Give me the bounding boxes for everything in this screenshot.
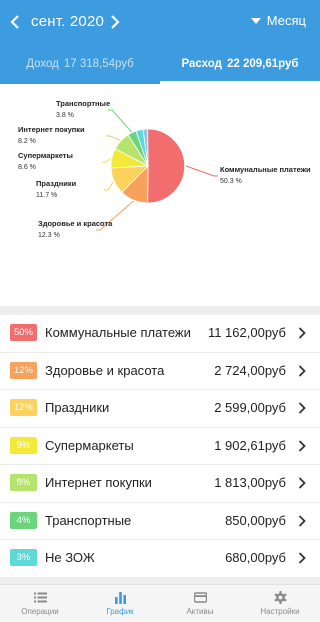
percent-badge: 50%: [10, 324, 37, 341]
list-item[interactable]: 3% Не ЗОЖ 680,00руб: [0, 540, 320, 578]
list-item[interactable]: 9% Супермаркеты 1 902,61руб: [0, 427, 320, 465]
slice-label: Супермаркеты: [18, 151, 73, 160]
chevron-right-icon: [298, 514, 306, 527]
slice-percent: 11.7 %: [36, 192, 57, 199]
category-name: Транспортные: [45, 512, 132, 528]
category-amount: 850,00руб: [225, 512, 286, 528]
category-name: Здоровье и красота: [45, 362, 165, 378]
category-name: Не ЗОЖ: [45, 550, 95, 565]
nav-operations[interactable]: Операции: [0, 585, 80, 622]
period-label: Месяц: [266, 13, 306, 28]
tab-bar: Доход 17 318,54руб Расход 22 209,61руб: [0, 44, 320, 84]
pie-chart[interactable]: Коммунальные платежи 50.3 % Здоровье и кра…: [0, 84, 320, 306]
category-name: Коммунальные платежи: [45, 325, 191, 340]
category-amount: 11 162,00руб: [207, 325, 286, 340]
category-amount: 680,00руб: [225, 550, 286, 565]
nav-assets[interactable]: Активы: [160, 585, 240, 622]
leader-line: [104, 181, 114, 191]
chevron-right-icon: [298, 439, 306, 452]
tab-expense[interactable]: Расход 22 209,61руб: [160, 44, 320, 84]
list-item[interactable]: 8% Интернет покупки 1 813,00руб: [0, 465, 320, 503]
chevron-right-icon: [298, 477, 306, 489]
category-amount: 2 724,00руб: [214, 362, 286, 378]
slice-percent: 50.3 %: [220, 178, 242, 185]
category-amount: 1 902,61руб: [214, 437, 286, 453]
tab-income-label: Доход: [26, 58, 59, 70]
nav-assets-label: Активы: [186, 607, 214, 616]
pie-chart-card: Коммунальные платежи 50.3 % Здоровье и кра…: [0, 84, 320, 306]
prev-month-button[interactable]: [6, 12, 24, 32]
category-name: Праздники: [45, 400, 110, 415]
slice-label: Коммунальные платежи: [220, 165, 311, 174]
slice-percent: 3.8 %: [56, 112, 74, 119]
card-icon: [193, 592, 207, 603]
slice-label: Праздники: [36, 179, 77, 188]
tab-expense-amount: 22 209,61руб: [226, 58, 299, 70]
percent-badge: 12%: [10, 399, 37, 416]
percent-badge: 12%: [10, 361, 37, 379]
month-bar: сент. 2020 Месяц: [0, 0, 320, 44]
list-item[interactable]: 50% Коммунальные платежи 11 162,00руб: [0, 315, 320, 353]
chevron-right-icon: [298, 552, 306, 564]
tab-expense-label: Расход: [181, 58, 222, 70]
list-icon: [33, 592, 47, 603]
list-item[interactable]: 12% Праздники 2 599,00руб: [0, 390, 320, 428]
nav-chart-label: График: [106, 607, 134, 616]
percent-badge: 3%: [10, 549, 37, 566]
bottom-navigation: Операции График Активы Настройки: [0, 584, 320, 622]
tab-income-amount: 17 318,54руб: [63, 58, 134, 70]
category-name: Интернет покупки: [45, 475, 152, 490]
category-list: 50% Коммунальные платежи 11 162,00руб 12…: [0, 315, 320, 578]
slice-percent: 8.6 %: [18, 164, 36, 171]
nav-chart[interactable]: График: [80, 585, 160, 622]
leader-line: [108, 109, 132, 133]
nav-settings[interactable]: Настройки: [240, 585, 320, 622]
chevron-right-icon: [298, 327, 306, 339]
percent-badge: 9%: [10, 436, 37, 454]
month-label[interactable]: сент. 2020: [31, 12, 104, 32]
percent-badge: 4%: [10, 511, 37, 529]
pie-slice[interactable]: [147, 128, 185, 204]
caret-down-icon: [250, 17, 261, 24]
next-month-button[interactable]: [106, 12, 124, 32]
app-header: сент. 2020 Месяц Доход 17 318,54руб Расх…: [0, 0, 320, 84]
category-amount: 2 599,00руб: [214, 400, 286, 415]
percent-badge: 8%: [10, 474, 37, 491]
chevron-left-icon: [10, 15, 19, 29]
period-dropdown[interactable]: Месяц: [250, 13, 306, 28]
slice-label: Здоровье и красота: [38, 219, 113, 228]
slice-percent: 8.2 %: [18, 138, 36, 145]
leader-line: [106, 135, 121, 141]
chevron-right-icon: [298, 364, 306, 377]
slice-percent: 12.3 %: [38, 232, 60, 239]
list-item[interactable]: 4% Транспортные 850,00руб: [0, 502, 320, 540]
nav-settings-label: Настройки: [260, 607, 300, 616]
category-name: Супермаркеты: [45, 437, 134, 453]
nav-operations-label: Операции: [21, 607, 59, 616]
tab-income[interactable]: Доход 17 318,54руб: [0, 44, 160, 84]
leader-line: [102, 157, 112, 163]
chevron-right-icon: [111, 15, 120, 29]
list-item[interactable]: 12% Здоровье и красота 2 724,00руб: [0, 352, 320, 390]
slice-label: Интернет покупки: [18, 125, 85, 134]
bar-chart-icon: [114, 592, 126, 604]
gear-icon: [274, 591, 286, 604]
slice-label: Транспортные: [56, 99, 110, 108]
leader-line: [185, 165, 218, 177]
chevron-right-icon: [298, 402, 306, 414]
category-amount: 1 813,00руб: [214, 475, 286, 490]
